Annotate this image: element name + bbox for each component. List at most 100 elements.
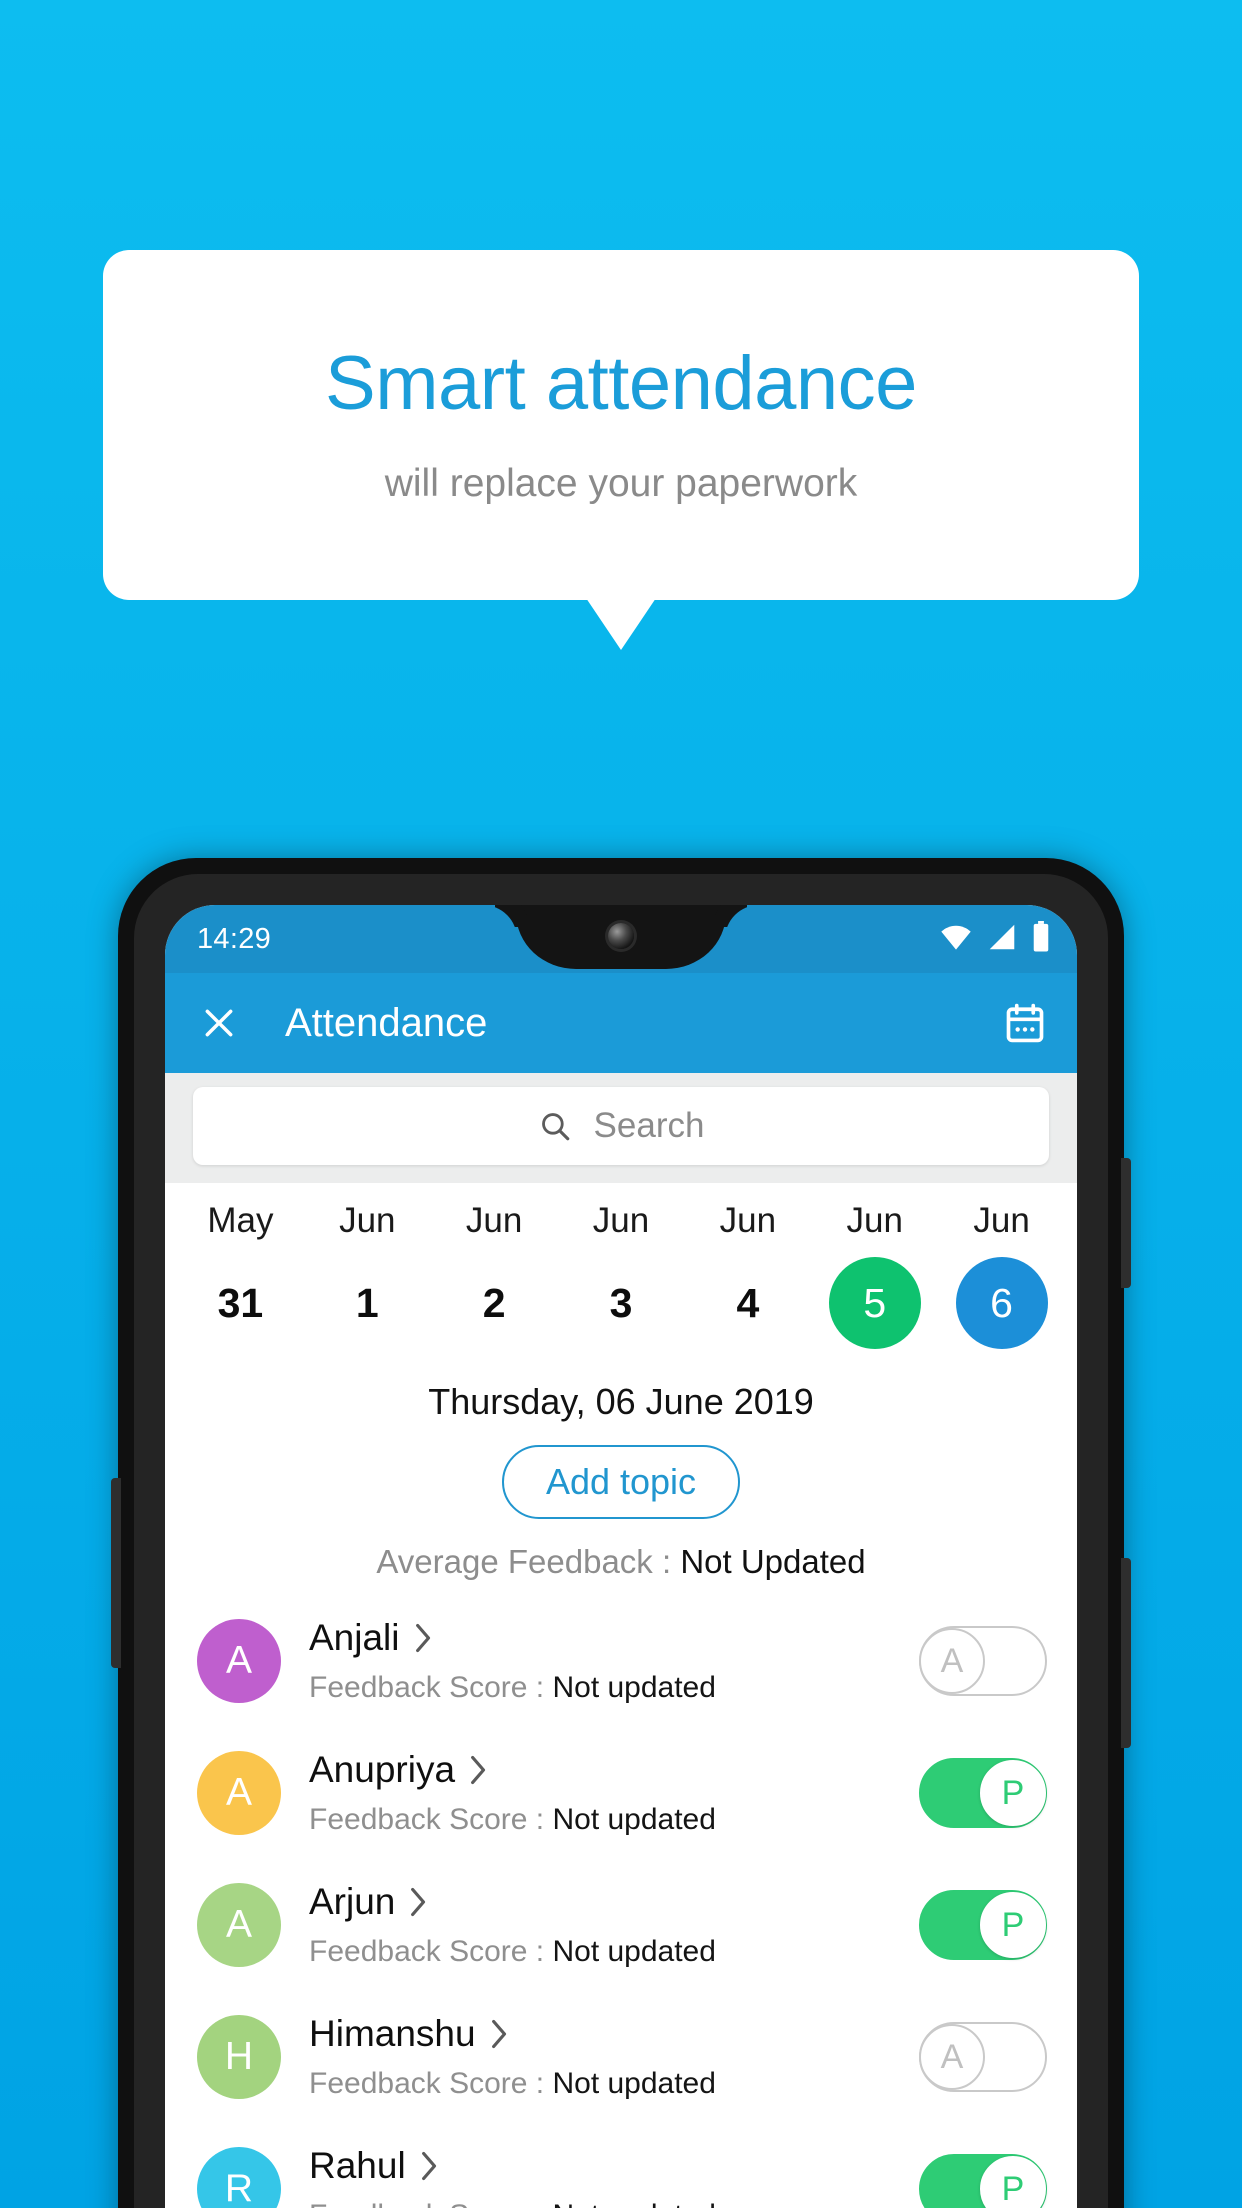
date-day: 2 [482, 1279, 506, 1326]
student-name: Anjali [309, 1617, 400, 1658]
search-section: Search [165, 1073, 1077, 1183]
chevron-right-icon[interactable] [490, 2019, 509, 2049]
student-info: Arjun Feedback Score : Not updated [309, 1881, 919, 1969]
student-row[interactable]: R Rahul Feedback Score : Not updated P [165, 2123, 1077, 2208]
search-placeholder: Search [593, 1106, 705, 1145]
student-name-row[interactable]: Arjun [309, 1881, 919, 1923]
chevron-right-icon[interactable] [409, 1887, 428, 1917]
status-bar: 14:29 [165, 905, 1077, 973]
student-row[interactable]: A Arjun Feedback Score : Not updated P [165, 1859, 1077, 1991]
search-icon [538, 1109, 572, 1143]
date-strip: May 31 Jun 1 Jun 2 Jun 3 Jun 4 Jun 5 Jun 6 [165, 1183, 1077, 1355]
date-day: 31 [217, 1279, 264, 1326]
date-month: Jun [592, 1201, 650, 1240]
promo-subtitle: will replace your paperwork [384, 461, 858, 505]
date-day: 3 [609, 1279, 633, 1326]
attendance-toggle-knob: P [980, 1760, 1046, 1826]
student-score: Feedback Score : Not updated [309, 1671, 919, 1705]
student-name-row[interactable]: Rahul [309, 2145, 919, 2187]
attendance-toggle-knob: P [980, 1892, 1046, 1958]
attendance-toggle[interactable]: P [919, 2154, 1047, 2208]
average-feedback: Average Feedback : Not Updated [165, 1543, 1077, 1581]
attendance-toggle[interactable]: P [919, 1758, 1047, 1828]
add-topic-button[interactable]: Add topic [501, 1445, 741, 1519]
student-row[interactable]: H Himanshu Feedback Score : Not updated A [165, 1991, 1077, 2123]
phone-bezel: 14:29 Attendance Search May 31 Jun 1 Jun… [134, 874, 1108, 2208]
student-list: A Anjali Feedback Score : Not updated A A Anu… [165, 1595, 1077, 2208]
date-cell[interactable]: Jun 1 [304, 1201, 431, 1349]
signal-icon [987, 923, 1017, 956]
promo-title: Smart attendance [325, 341, 917, 427]
date-cell[interactable]: Jun 5 [811, 1201, 938, 1349]
date-day: 1 [355, 1279, 379, 1326]
date-cell[interactable]: Jun 3 [558, 1201, 685, 1349]
date-cell[interactable]: Jun 6 [938, 1201, 1065, 1349]
average-feedback-value: Not Updated [680, 1543, 866, 1580]
student-info: Rahul Feedback Score : Not updated [309, 2145, 919, 2208]
phone-screen: 14:29 Attendance Search May 31 Jun 1 Jun… [165, 905, 1077, 2208]
student-row[interactable]: A Anjali Feedback Score : Not updated A [165, 1595, 1077, 1727]
student-info: Anupriya Feedback Score : Not updated [309, 1749, 919, 1837]
student-info: Himanshu Feedback Score : Not updated [309, 2013, 919, 2101]
student-row[interactable]: A Anupriya Feedback Score : Not updated P [165, 1727, 1077, 1859]
student-score: Feedback Score : Not updated [309, 2199, 919, 2208]
battery-icon [1031, 920, 1051, 958]
phone-frame: 14:29 Attendance Search May 31 Jun 1 Jun… [111, 858, 1131, 2208]
student-score: Feedback Score : Not updated [309, 1935, 919, 1969]
attendance-toggle[interactable]: A [919, 1626, 1047, 1696]
avatar: H [197, 2015, 281, 2099]
date-month: Jun [339, 1201, 396, 1240]
student-name: Himanshu [309, 2013, 476, 2054]
add-topic-row: Add topic [165, 1445, 1077, 1519]
score-label: Feedback Score : [309, 1803, 553, 1836]
date-cell[interactable]: Jun 2 [431, 1201, 558, 1349]
selected-date-label: Thursday, 06 June 2019 [428, 1381, 814, 1422]
attendance-toggle[interactable]: A [919, 2022, 1047, 2092]
front-camera [608, 923, 634, 949]
score-label: Feedback Score : [309, 2067, 553, 2100]
close-icon[interactable] [199, 1003, 239, 1043]
student-name-row[interactable]: Himanshu [309, 2013, 919, 2055]
calendar-icon[interactable] [1003, 1001, 1047, 1045]
phone-left-button[interactable] [111, 1478, 121, 1668]
score-label: Feedback Score : [309, 1671, 553, 1704]
student-score: Feedback Score : Not updated [309, 1803, 919, 1837]
attendance-toggle-knob: A [919, 2024, 985, 2090]
promo-bubble: Smart attendance will replace your paper… [103, 250, 1139, 600]
score-label: Feedback Score : [309, 2199, 552, 2208]
promo-bubble-tail [586, 598, 656, 650]
chevron-right-icon[interactable] [469, 1755, 488, 1785]
status-icons [939, 920, 1051, 958]
score-value: Not updated [552, 2067, 716, 2100]
search-input[interactable]: Search [193, 1087, 1049, 1165]
date-day: 6 [955, 1257, 1048, 1349]
avatar: A [197, 1751, 281, 1835]
phone-volume-button[interactable] [1121, 1558, 1131, 1748]
attendance-toggle[interactable]: P [919, 1890, 1047, 1960]
chevron-right-icon[interactable] [414, 1623, 433, 1653]
wifi-icon [939, 923, 973, 956]
page-title: Attendance [285, 1000, 488, 1045]
avatar: A [197, 1883, 281, 1967]
phone-power-button[interactable] [1121, 1158, 1131, 1288]
promo-screenshot: Smart attendance will replace your paper… [0, 0, 1242, 2208]
date-cell[interactable]: May 31 [177, 1201, 304, 1349]
date-month: Jun [465, 1201, 523, 1240]
average-feedback-label: Average Feedback : [376, 1543, 681, 1580]
student-name: Anupriya [309, 1749, 456, 1790]
score-value: Not updated [552, 1935, 716, 1968]
date-day: 4 [736, 1279, 760, 1326]
student-score: Feedback Score : Not updated [309, 2067, 919, 2101]
student-name-row[interactable]: Anupriya [309, 1749, 919, 1791]
date-month: May [207, 1201, 274, 1240]
attendance-toggle-knob: P [980, 2156, 1046, 2208]
student-name-row[interactable]: Anjali [309, 1617, 919, 1659]
date-month: Jun [973, 1201, 1030, 1240]
chevron-right-icon[interactable] [420, 2151, 439, 2181]
score-value: Not updated [552, 1671, 716, 1704]
avatar: A [197, 1619, 281, 1703]
date-month: Jun [719, 1201, 777, 1240]
date-day: 5 [828, 1257, 921, 1349]
score-value: Not updated [552, 1803, 716, 1836]
date-cell[interactable]: Jun 4 [684, 1201, 811, 1349]
